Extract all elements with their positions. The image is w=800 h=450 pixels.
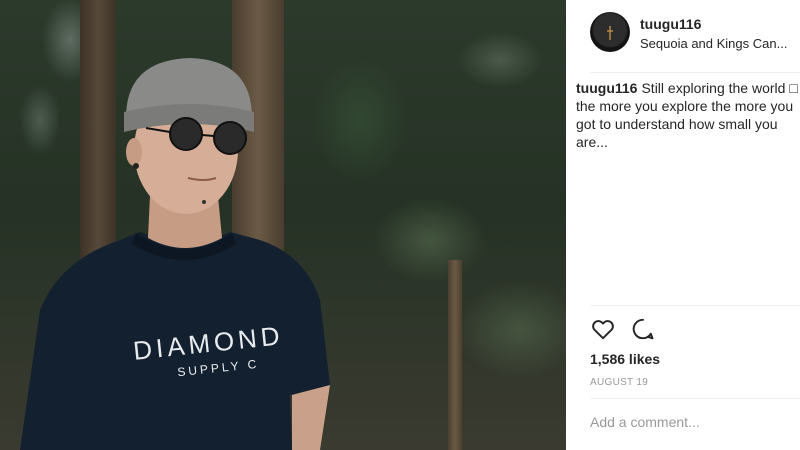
post-actions: [590, 316, 800, 344]
profile-username[interactable]: tuugu116: [640, 16, 701, 32]
add-comment-input[interactable]: [590, 414, 790, 430]
caption-username[interactable]: tuugu116: [576, 80, 637, 96]
likes-count[interactable]: 1,586 likes: [590, 351, 660, 367]
header-divider: [590, 72, 800, 73]
like-button[interactable]: [590, 316, 618, 344]
profile-avatar[interactable]: [590, 12, 630, 52]
post-photo[interactable]: DIAMOND SUPPLY C: [0, 0, 566, 450]
comment-icon: [632, 318, 654, 340]
comment-button[interactable]: [630, 316, 658, 344]
post-header: tuugu116 Sequoia and Kings Can...: [590, 10, 800, 54]
post-date: AUGUST 19: [590, 377, 649, 388]
heart-icon: [592, 320, 614, 340]
post-sidebar: tuugu116 Sequoia and Kings Can... tuugu1…: [566, 0, 800, 450]
avatar-figure-icon: [607, 26, 613, 40]
actions-divider: [590, 305, 800, 306]
post-location[interactable]: Sequoia and Kings Can...: [640, 36, 800, 51]
instagram-post: DIAMOND SUPPLY C tuugu116 Sequoia and Ki…: [0, 0, 800, 450]
comment-divider: [590, 398, 800, 399]
post-caption: tuugu116 Still exploring the world □ the …: [576, 79, 798, 151]
person-illustration: DIAMOND SUPPLY C: [20, 58, 330, 450]
